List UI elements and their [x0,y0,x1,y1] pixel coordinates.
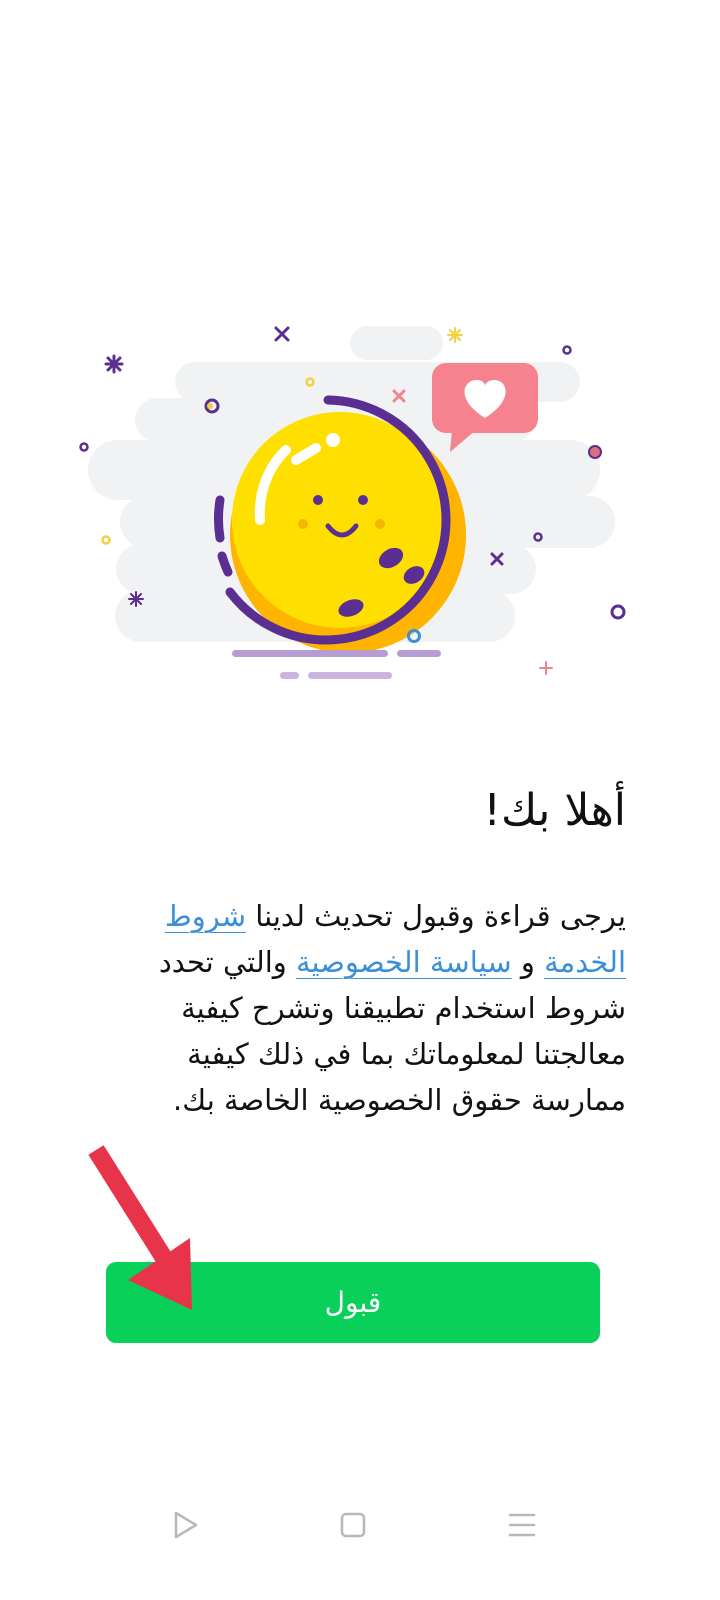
nav-menu-button[interactable] [497,1500,547,1550]
privacy-policy-link[interactable]: سياسة الخصوصية [296,945,512,979]
triangle-back-icon [174,1511,198,1539]
welcome-title: أهلا بك! [483,785,626,836]
nav-home-button[interactable] [328,1500,378,1550]
accept-button[interactable]: قبول [106,1262,600,1343]
three-lines-menu-icon [508,1513,536,1537]
square-home-icon [340,1512,366,1538]
system-navigation-bar [0,1490,720,1560]
message-conjunction: و [511,945,545,979]
welcome-screen: أهلا بك! يرجى قراءة وقبول تحديث لدينا شر… [0,0,720,1600]
message-prefix: يرجى قراءة وقبول تحديث لدينا [246,899,626,933]
smiling-coin-illustration [79,326,626,679]
welcome-illustration [60,300,660,700]
nav-back-button[interactable] [161,1500,211,1550]
welcome-message: يرجى قراءة وقبول تحديث لدينا شروط الخدمة… [94,893,626,1123]
